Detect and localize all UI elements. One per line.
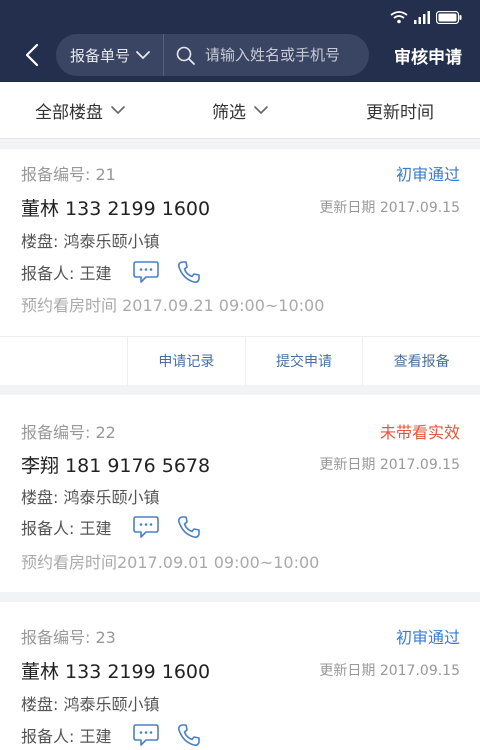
report-number: 报备编号: 23 [21, 628, 116, 647]
apply-record-button[interactable]: 申请记录 [127, 337, 245, 385]
submit-apply-button[interactable]: 提交申请 [244, 337, 363, 385]
search-type-label: 报备单号 [70, 46, 131, 65]
message-button[interactable] [133, 723, 160, 747]
card-actions: 申请记录 提交申请 查看报备 [0, 336, 480, 385]
report-card[interactable]: 报备编号: 22 未带看实效 李翔 181 9176 5678 更新日期 201… [0, 395, 480, 592]
property-name: 楼盘: 鸿泰乐颐小镇 [21, 695, 160, 714]
customer-name-phone: 董林 133 2199 1600 [21, 660, 211, 683]
search-input-wrap [164, 34, 369, 76]
status-bar [390, 10, 462, 24]
chevron-down-icon [136, 50, 150, 59]
all-properties-filter[interactable]: 全部楼盘 [0, 82, 160, 138]
message-button[interactable] [133, 515, 160, 539]
update-date: 更新日期 2017.09.15 [319, 457, 460, 473]
appointment-time: 预约看房时间 2017.09.21 09:00~10:00 [21, 296, 325, 315]
reporter-name: 报备人: 王建 [21, 264, 112, 283]
update-time-sort[interactable]: 更新时间 [320, 82, 480, 138]
update-time-label: 更新时间 [366, 102, 434, 123]
filter-label: 筛选 [212, 102, 246, 123]
filter-bar: 全部楼盘 筛选 更新时间 [0, 82, 480, 139]
property-name: 楼盘: 鸿泰乐颐小镇 [21, 232, 160, 251]
message-icon [133, 516, 160, 538]
search-icon [176, 46, 195, 65]
wifi-icon [390, 11, 408, 24]
reporter-name: 报备人: 王建 [21, 519, 112, 538]
app-header: 报备单号 审核申请 [0, 0, 480, 82]
back-button[interactable] [18, 41, 46, 69]
call-button[interactable] [177, 260, 201, 284]
back-arrow-icon [25, 43, 39, 67]
filter-dropdown[interactable]: 筛选 [160, 82, 320, 138]
message-icon [133, 724, 160, 746]
update-date: 更新日期 2017.09.15 [319, 200, 460, 216]
phone-icon [178, 516, 201, 538]
signal-icon [414, 11, 430, 24]
call-button[interactable] [177, 723, 201, 747]
chevron-down-icon [254, 105, 268, 114]
update-date: 更新日期 2017.09.15 [319, 663, 460, 679]
nav-bar: 报备单号 审核申请 [0, 34, 480, 76]
phone-icon [178, 724, 201, 746]
property-name: 楼盘: 鸿泰乐颐小镇 [21, 488, 160, 507]
battery-icon [436, 10, 462, 24]
reporter-name: 报备人: 王建 [21, 727, 112, 746]
view-report-button[interactable]: 查看报备 [362, 337, 480, 385]
call-button[interactable] [177, 515, 201, 539]
chevron-down-icon [111, 105, 125, 114]
report-number: 报备编号: 21 [21, 165, 116, 184]
review-apply-button[interactable]: 审核申请 [394, 43, 462, 68]
report-card[interactable]: 报备编号: 23 初审通过 董林 133 2199 1600 更新日期 2017… [0, 602, 480, 750]
appointment-time: 预约看房时间2017.09.01 09:00~10:00 [21, 553, 320, 572]
report-card[interactable]: 报备编号: 21 初审通过 董林 133 2199 1600 更新日期 2017… [0, 149, 480, 385]
phone-icon [178, 261, 201, 283]
report-number: 报备编号: 22 [21, 423, 116, 442]
message-button[interactable] [133, 260, 160, 284]
message-icon [133, 261, 160, 283]
all-properties-label: 全部楼盘 [35, 102, 103, 123]
customer-name-phone: 董林 133 2199 1600 [21, 197, 211, 220]
search-type-dropdown[interactable]: 报备单号 [56, 34, 164, 76]
customer-name-phone: 李翔 181 9176 5678 [21, 454, 211, 477]
status-badge: 初审通过 [395, 628, 460, 647]
search-input[interactable] [205, 46, 365, 64]
status-badge: 未带看实效 [379, 423, 460, 442]
status-badge: 初审通过 [395, 165, 460, 184]
search-bar: 报备单号 [56, 34, 369, 76]
